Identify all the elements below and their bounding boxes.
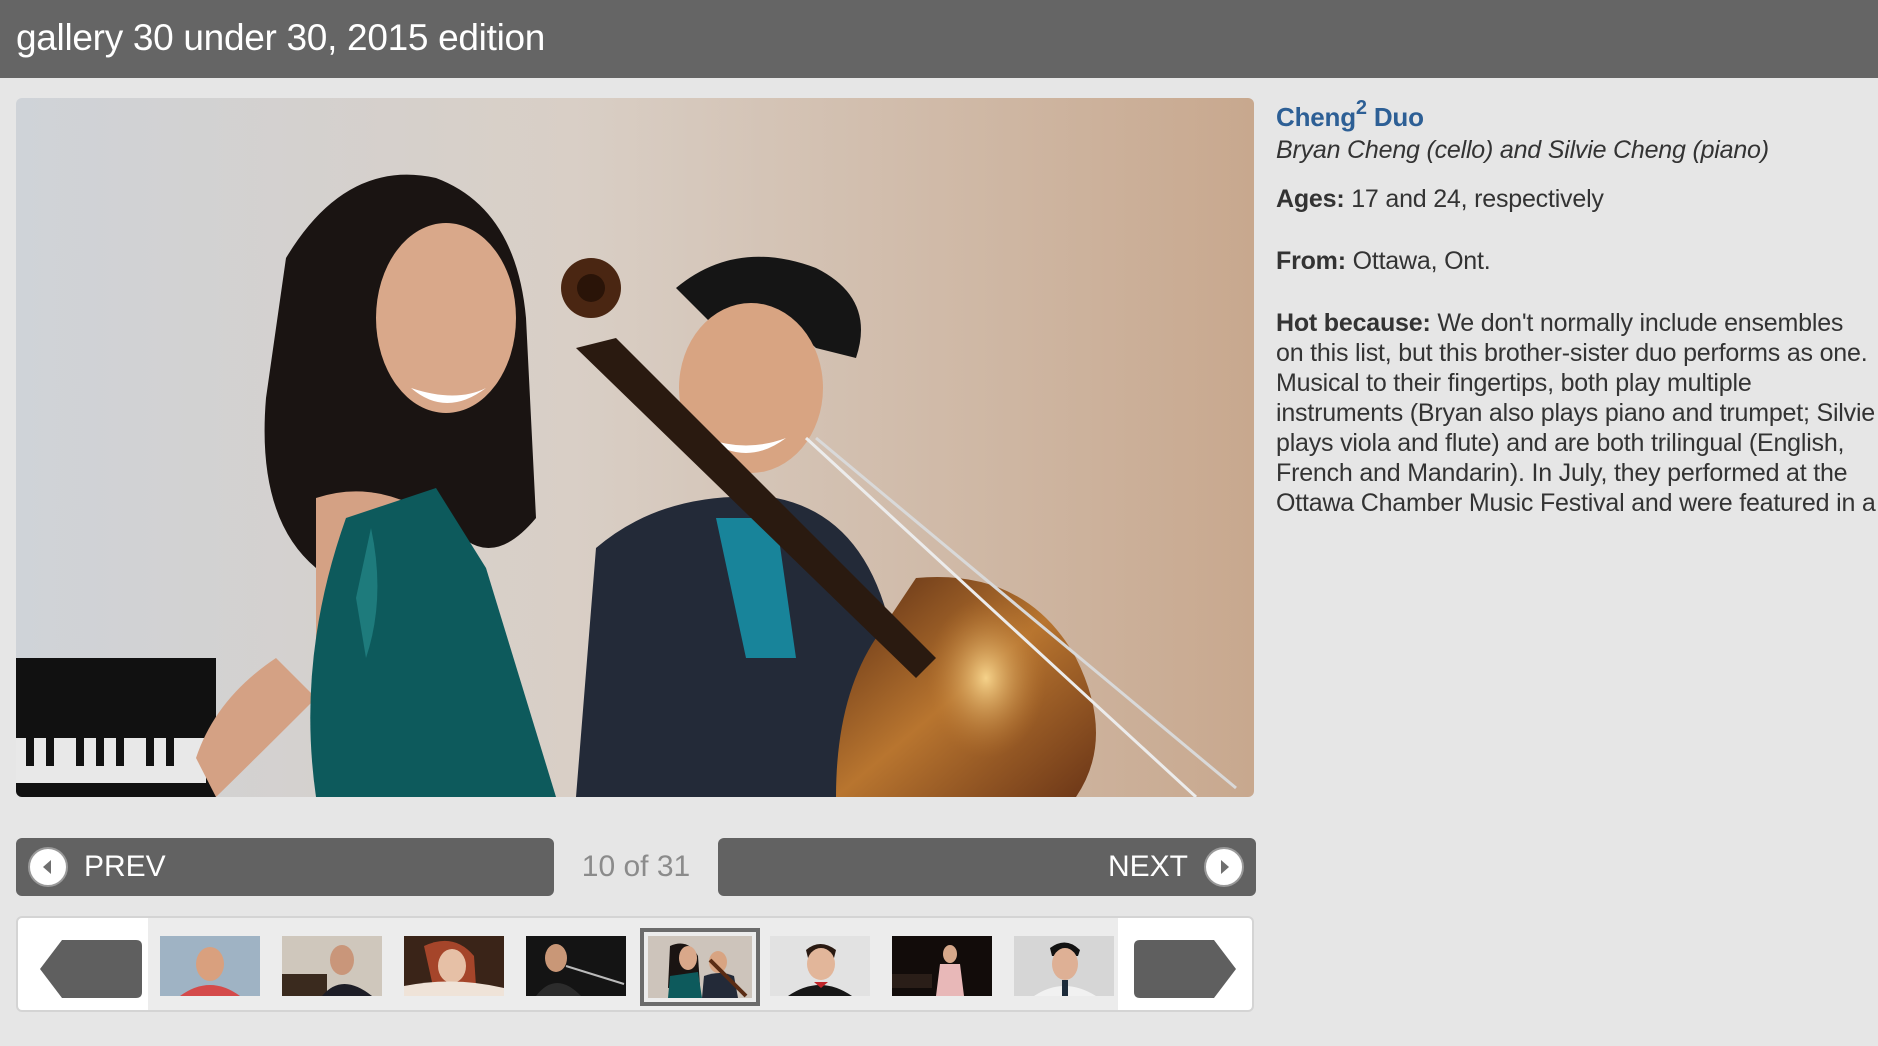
prev-label: PREV xyxy=(84,850,166,883)
main-photo xyxy=(16,98,1254,797)
gallery-header: gallery 30 under 30, 2015 edition xyxy=(0,0,1878,78)
thumbnail-1[interactable] xyxy=(160,936,260,996)
caption-title: Cheng2 Duo xyxy=(1276,97,1424,132)
prev-button[interactable]: PREV xyxy=(16,838,554,896)
ages-line: Ages: 17 and 24, respectively xyxy=(1276,185,1604,213)
thumbnail-strip xyxy=(16,916,1254,1012)
caption-subtitle: Bryan Cheng (cello) and Silvie Cheng (pi… xyxy=(1276,136,1769,164)
thumbnails-scroll-right-button[interactable] xyxy=(1134,940,1236,1003)
thumbnails-scroll-left-button[interactable] xyxy=(40,940,142,1003)
next-button[interactable]: NEXT xyxy=(718,838,1256,896)
gallery-title: gallery 30 under 30, 2015 edition xyxy=(16,17,546,58)
next-label: NEXT xyxy=(1107,850,1188,883)
thumbnail-8[interactable] xyxy=(1014,936,1114,996)
slide-counter: 10 of 31 xyxy=(581,850,691,883)
thumbnail-3[interactable] xyxy=(404,936,504,996)
thumbnail-7[interactable] xyxy=(892,936,992,996)
photo-caption: Cheng2 Duo Bryan Cheng (cello) and Silvi… xyxy=(1276,97,1876,522)
thumbnail-4[interactable] xyxy=(526,936,626,996)
thumbnail-5-selected[interactable] xyxy=(640,928,760,1006)
from-line: From: Ottawa, Ont. xyxy=(1276,247,1491,275)
arrow-right-circle-icon xyxy=(1204,847,1244,887)
thumbnail-2[interactable] xyxy=(282,936,382,996)
hot-because-paragraph: Hot because: We don't normally include e… xyxy=(1276,309,1876,522)
thumbnail-6[interactable] xyxy=(770,936,870,996)
arrow-left-circle-icon xyxy=(28,847,68,887)
